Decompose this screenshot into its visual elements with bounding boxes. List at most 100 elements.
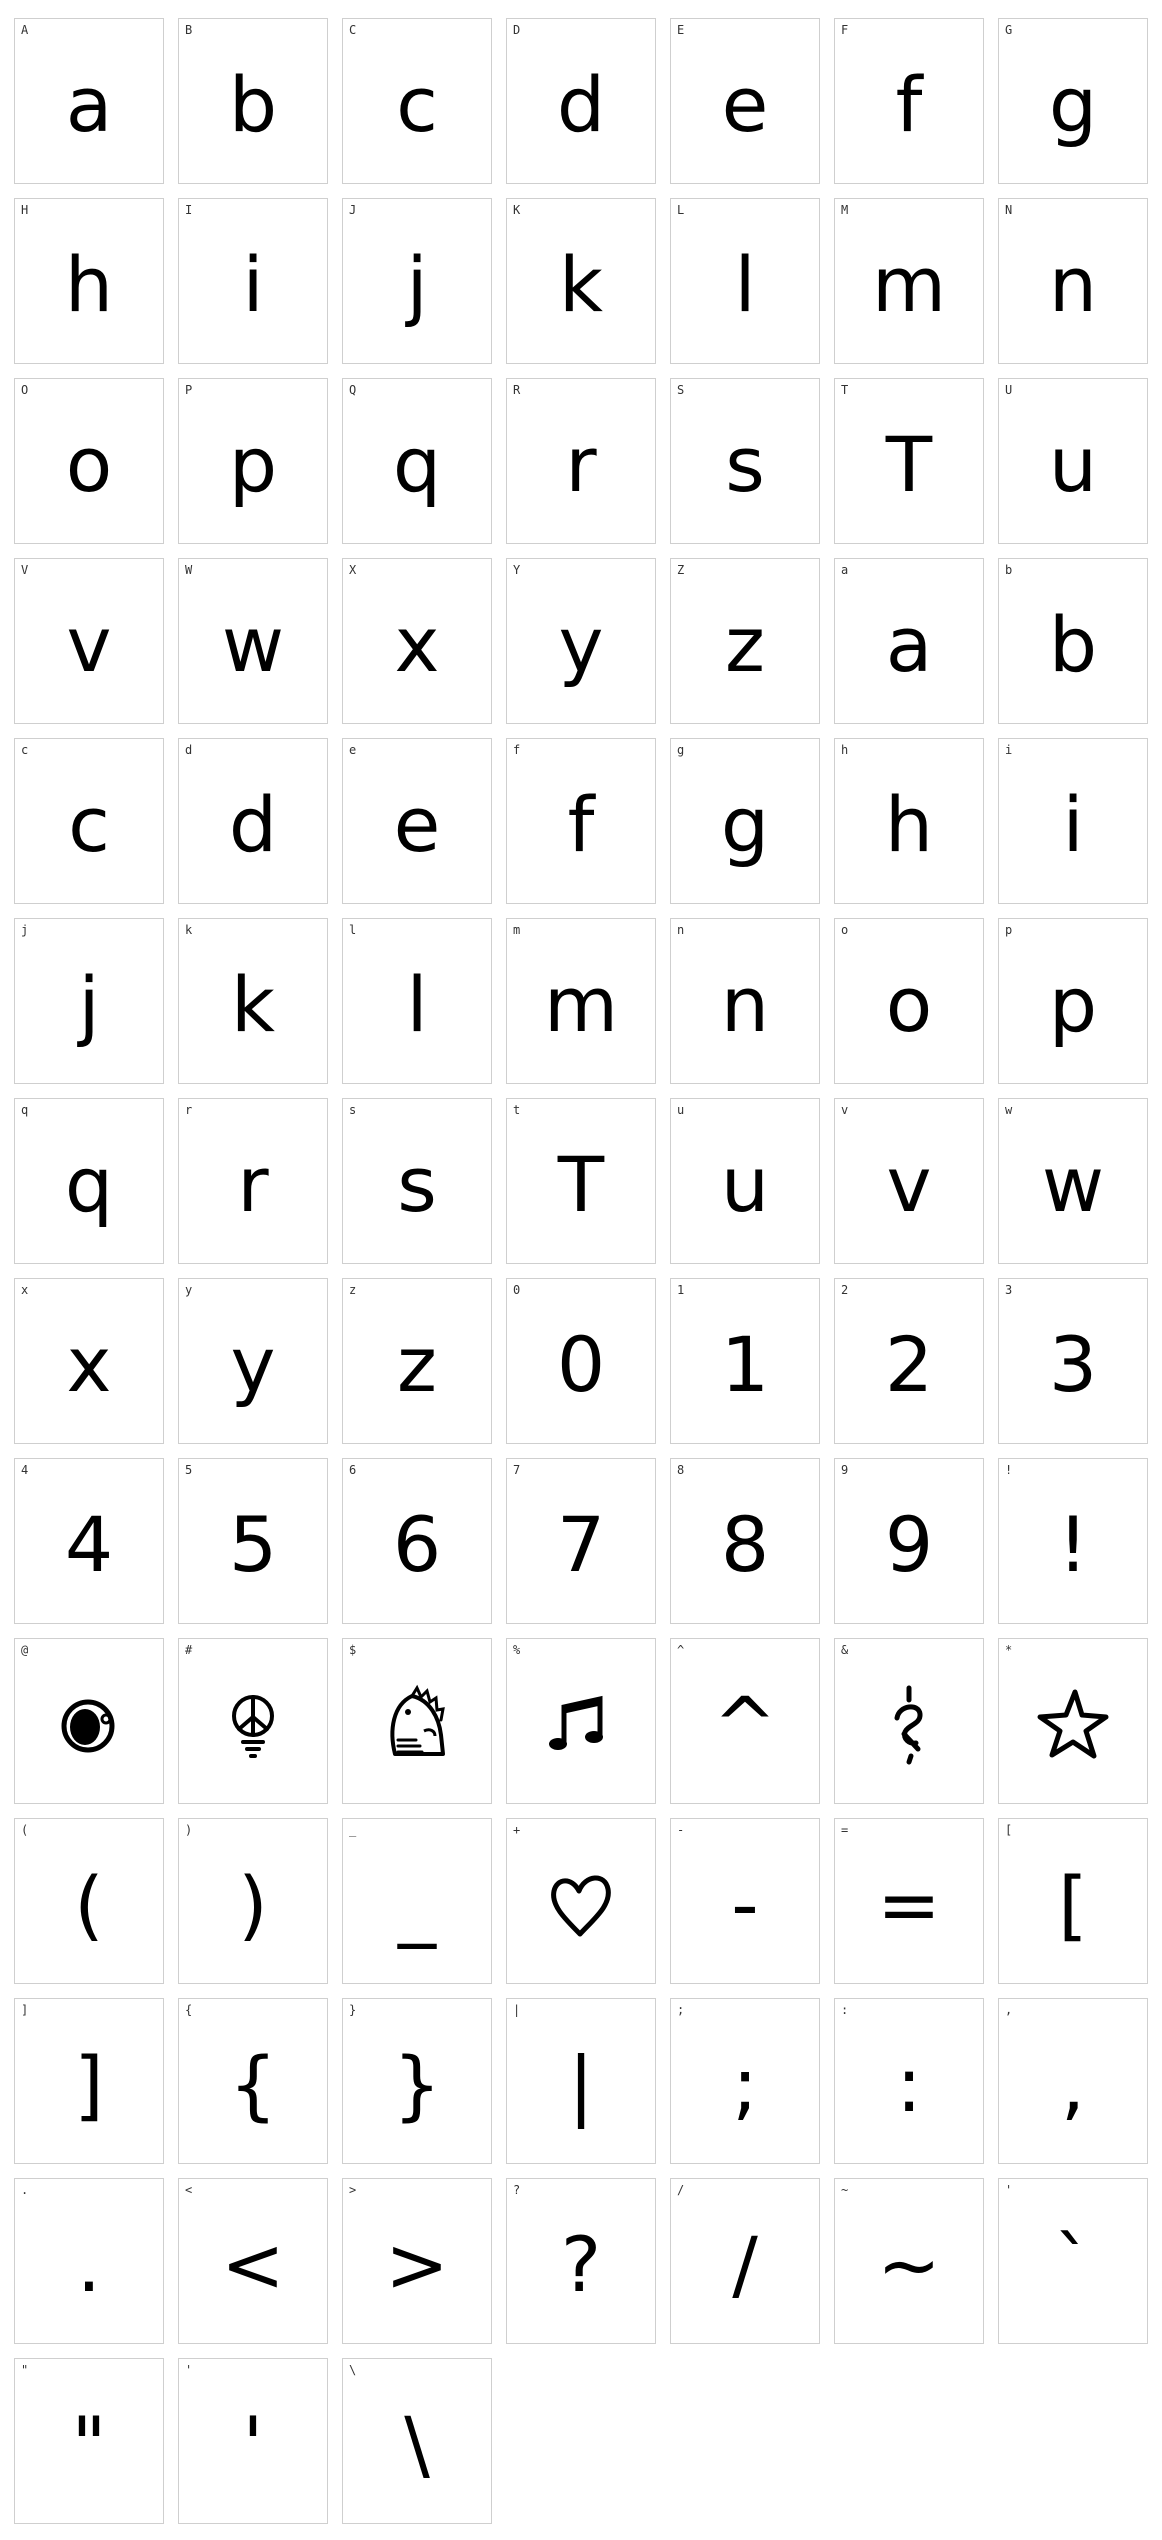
glyph-label: z (349, 1283, 357, 1297)
glyph-cell: ; ; (670, 1998, 820, 2164)
glyph-cell: < < (178, 2178, 328, 2344)
glyph-preview: ) (238, 1860, 268, 1949)
glyph-preview: < (221, 2220, 285, 2309)
glyph-preview: T (557, 1140, 605, 1229)
glyph-cell: I i (178, 198, 328, 364)
glyph-preview: _ (398, 1860, 436, 1949)
glyph-cell: = = (834, 1818, 984, 1984)
glyph-cell: _ _ (342, 1818, 492, 1984)
glyph-preview: 8 (720, 1500, 770, 1589)
glyph-preview: f (895, 60, 923, 149)
glyph-preview: l (734, 240, 756, 329)
glyph-cell: L l (670, 198, 820, 364)
glyph-preview: c (396, 60, 438, 149)
peace-sign-icon (179, 1659, 327, 1791)
glyph-label: P (185, 383, 193, 397)
glyph-preview: h (64, 240, 114, 329)
glyph-label: % (513, 1643, 521, 1657)
glyph-preview: n (1048, 240, 1098, 329)
glyph-cell: P p (178, 378, 328, 544)
glyph-label: ] (21, 2003, 29, 2017)
glyph-label: ; (677, 2003, 685, 2017)
glyph-cell: 0 0 (506, 1278, 656, 1444)
glyph-cell: k k (178, 918, 328, 1084)
glyph-cell: M m (834, 198, 984, 364)
glyph-cell: g g (670, 738, 820, 904)
glyph-cell: p p (998, 918, 1148, 1084)
glyph-cell: z z (342, 1278, 492, 1444)
glyph-label: n (677, 923, 685, 937)
heart-icon (507, 1839, 655, 1971)
glyph-label: 2 (841, 1283, 849, 1297)
glyph-preview: e (393, 780, 441, 869)
glyph-label: V (21, 563, 29, 577)
glyph-cell: d d (178, 738, 328, 904)
glyph-label: ? (513, 2183, 521, 2197)
glyph-label: + (513, 1823, 521, 1837)
glyph-preview: 0 (556, 1320, 606, 1409)
glyph-cell: i i (998, 738, 1148, 904)
glyph-label: ' (1005, 2183, 1013, 2197)
glyph-preview: 6 (392, 1500, 442, 1589)
glyph-cell: ] ] (14, 1998, 164, 2164)
glyph-label: " (21, 2363, 29, 2377)
glyph-preview: ! (1057, 1500, 1089, 1589)
glyph-preview: 7 (556, 1500, 606, 1589)
glyph-label: W (185, 563, 193, 577)
glyph-grid: A a B b C c D d E e F f G g H h I i J j … (14, 18, 1148, 2524)
glyph-cell: & (834, 1638, 984, 1804)
glyph-cell: ' ' (178, 2358, 328, 2524)
glyph-label: w (1005, 1103, 1013, 1117)
glyph-cell: v v (834, 1098, 984, 1264)
glyph-label: . (21, 2183, 29, 2197)
glyph-preview: . (76, 2220, 102, 2309)
donut-icon (15, 1659, 163, 1791)
glyph-label: Q (349, 383, 357, 397)
glyph-label: f (513, 743, 521, 757)
glyph-label: 5 (185, 1463, 193, 1477)
glyph-cell: - - (670, 1818, 820, 1984)
ampersand-doodle-icon (835, 1659, 983, 1791)
glyph-cell: ' ` (998, 2178, 1148, 2344)
glyph-preview: i (242, 240, 264, 329)
glyph-preview: l (406, 960, 428, 1049)
glyph-preview: a (65, 60, 113, 149)
glyph-preview: ] (74, 2040, 104, 2129)
glyph-cell: { { (178, 1998, 328, 2164)
glyph-label: S (677, 383, 685, 397)
glyph-label: - (677, 1823, 685, 1837)
glyph-label: | (513, 2003, 521, 2017)
glyph-preview: y (558, 600, 604, 689)
glyph-cell: . . (14, 2178, 164, 2344)
glyph-label: K (513, 203, 521, 217)
glyph-cell: U u (998, 378, 1148, 544)
glyph-cell: # (178, 1638, 328, 1804)
glyph-cell: / / (670, 2178, 820, 2344)
glyph-label: [ (1005, 1823, 1013, 1837)
glyph-preview: i (1062, 780, 1084, 869)
glyph-label: J (349, 203, 357, 217)
glyph-preview: ; (732, 2040, 758, 2129)
glyph-label: u (677, 1103, 685, 1117)
glyph-preview: ' (242, 2400, 264, 2489)
glyph-preview: u (1048, 420, 1098, 509)
glyph-label: ~ (841, 2183, 849, 2197)
glyph-cell: [ [ (998, 1818, 1148, 1984)
glyph-label: = (841, 1823, 849, 1837)
glyph-preview: x (394, 600, 440, 689)
glyph-preview: o (65, 420, 113, 509)
glyph-label: ! (1005, 1463, 1013, 1477)
glyph-label: > (349, 2183, 357, 2197)
glyph-label: ( (21, 1823, 29, 1837)
glyph-preview: m (543, 960, 619, 1049)
glyph-preview: x (66, 1320, 112, 1409)
glyph-preview: 9 (884, 1500, 934, 1589)
star-icon (999, 1659, 1147, 1791)
glyph-label: d (185, 743, 193, 757)
glyph-preview: q (392, 420, 442, 509)
glyph-cell: 4 4 (14, 1458, 164, 1624)
music-note-icon (507, 1659, 655, 1791)
glyph-preview: , (1060, 2040, 1086, 2129)
glyph-preview: j (78, 960, 100, 1049)
glyph-cell: $ (342, 1638, 492, 1804)
